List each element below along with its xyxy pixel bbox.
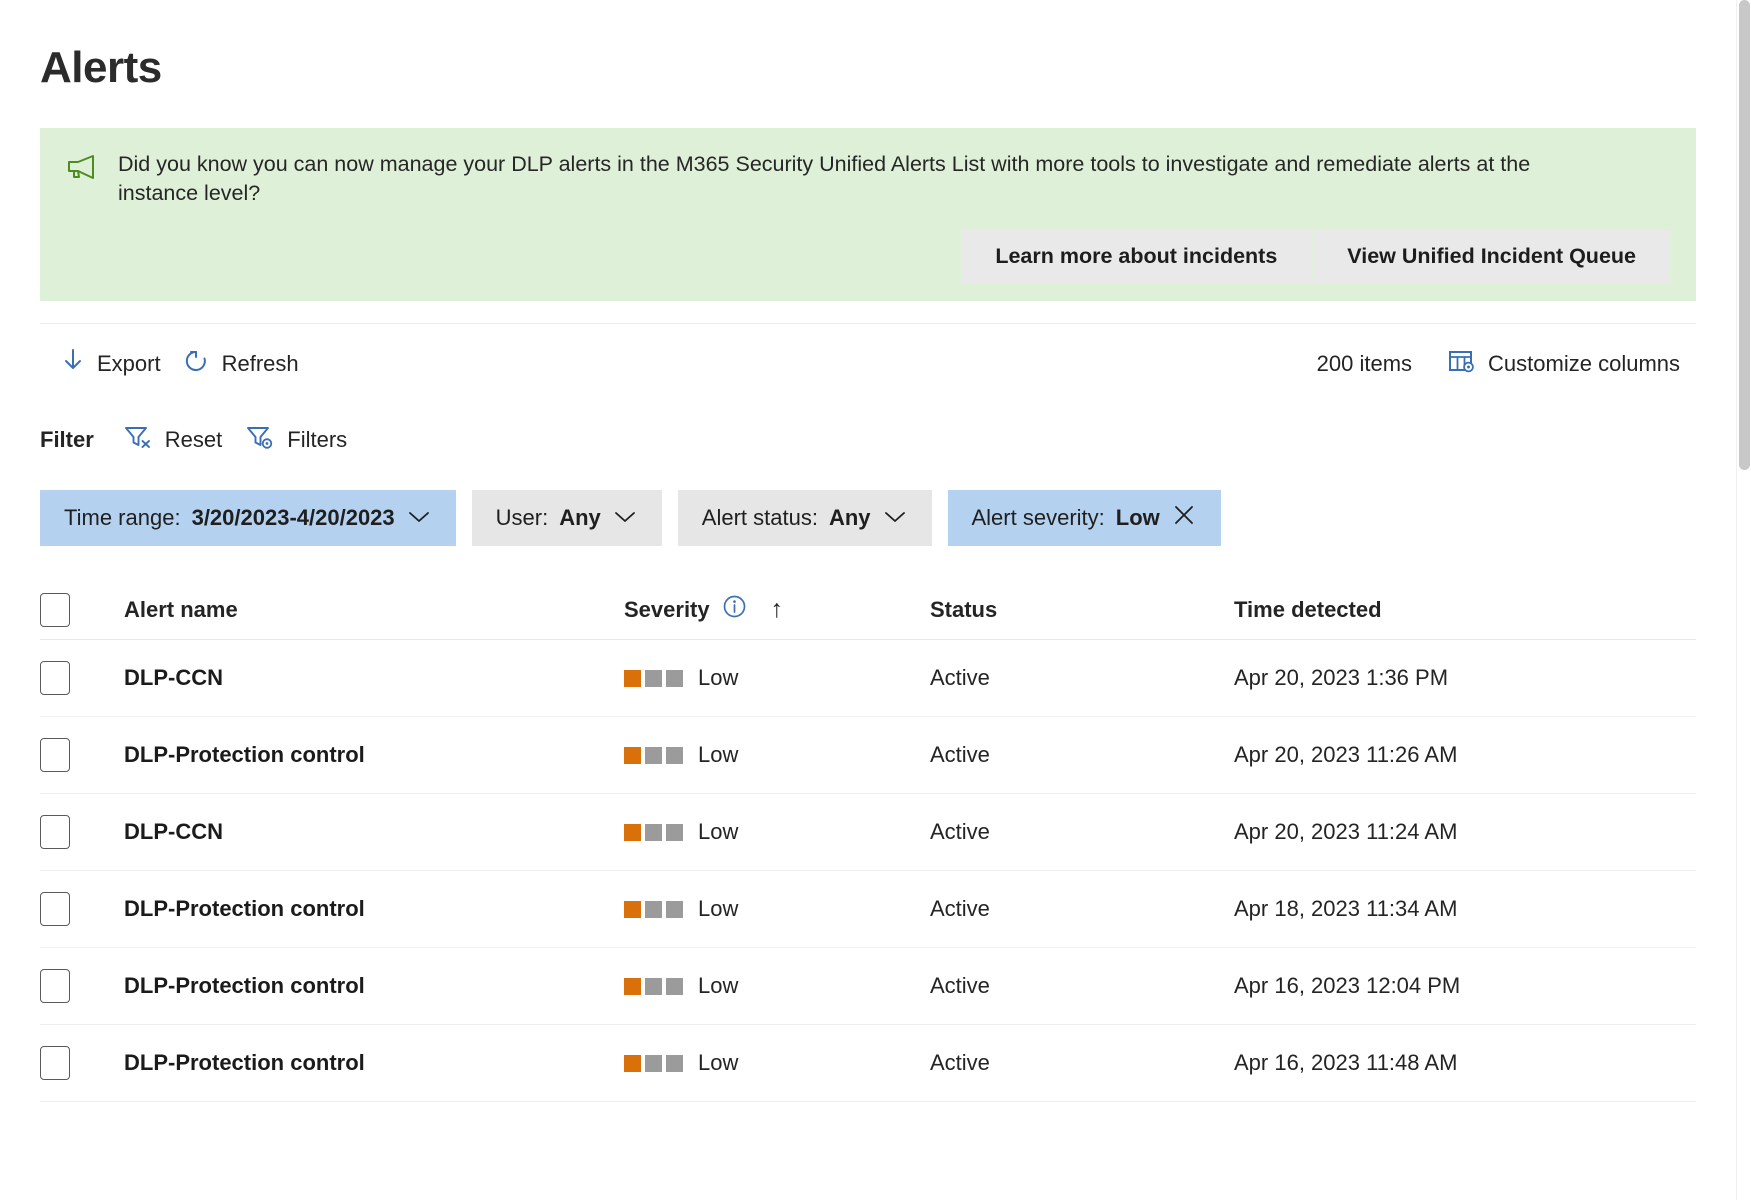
column-header-alert-name[interactable]: Alert name	[124, 597, 624, 623]
status-cell: Active	[930, 742, 990, 768]
alerts-table: Alert name Severity ↑ Status Time detect…	[40, 580, 1696, 1103]
table-row[interactable]: DLP-Protection control Low Active Apr 20, 2…	[40, 717, 1696, 795]
vertical-scrollbar[interactable]	[1736, 0, 1751, 1200]
column-header-severity[interactable]: Severity ↑	[624, 594, 783, 625]
chevron-down-icon	[612, 505, 638, 531]
time-detected-cell: Apr 20, 2023 11:24 AM	[1234, 819, 1458, 845]
filter-label: Filter	[40, 427, 94, 453]
banner-message: Did you know you can now manage your DLP…	[118, 152, 1531, 206]
table-row[interactable]: DLP-Protection control Low Active Apr 18, 2…	[40, 871, 1696, 949]
filters-label: Filters	[287, 427, 348, 453]
customize-columns-label: Customize columns	[1488, 351, 1680, 377]
filters-button[interactable]: Filters	[240, 418, 365, 462]
pill-alert-status-value: Any	[828, 505, 871, 531]
pill-user[interactable]: User: Any	[471, 490, 662, 547]
refresh-label: Refresh	[221, 351, 299, 377]
table-header-row: Alert name Severity ↑ Status Time detect…	[40, 580, 1696, 641]
row-checkbox[interactable]	[40, 661, 70, 696]
status-cell: Active	[930, 1050, 990, 1076]
row-checkbox[interactable]	[40, 1046, 70, 1081]
time-detected-cell: Apr 18, 2023 11:34 AM	[1234, 896, 1458, 922]
time-detected-cell: Apr 16, 2023 12:04 PM	[1234, 973, 1461, 999]
export-label: Export	[97, 351, 161, 377]
severity-indicator-icon	[624, 823, 683, 841]
column-header-severity-label: Severity	[624, 596, 710, 622]
alert-name-cell[interactable]: DLP-Protection control	[124, 973, 365, 998]
command-toolbar: Export Refresh 200 items Customize colum…	[40, 324, 1696, 382]
learn-more-about-incidents-button[interactable]: Learn more about incidents	[961, 230, 1312, 284]
severity-indicator-icon	[624, 977, 683, 995]
chevron-down-icon	[882, 505, 908, 531]
pill-alert-status-label: Alert status:	[701, 505, 818, 531]
pill-alert-severity-label: Alert severity:	[971, 505, 1105, 531]
items-count: 200 items	[1316, 351, 1413, 377]
chevron-down-icon	[406, 505, 432, 531]
severity-indicator-icon	[624, 746, 683, 764]
pill-alert-severity-value: Low	[1115, 505, 1160, 531]
severity-indicator-icon	[624, 669, 683, 687]
pill-user-value: Any	[559, 505, 601, 531]
close-icon[interactable]	[1171, 502, 1197, 534]
alert-name-cell[interactable]: DLP-CCN	[124, 819, 223, 844]
time-detected-cell: Apr 16, 2023 11:48 AM	[1234, 1050, 1458, 1076]
reset-filters-button[interactable]: Reset	[118, 418, 240, 462]
alert-name-cell[interactable]: DLP-CCN	[124, 665, 223, 690]
alerts-page: Alerts Did you know you can now manage y…	[0, 0, 1751, 1200]
table-row[interactable]: DLP-Protection control Low Active Apr 16, 2…	[40, 948, 1696, 1026]
scrollbar-thumb[interactable]	[1739, 0, 1750, 470]
severity-cell: Low	[698, 1050, 739, 1076]
severity-cell: Low	[698, 973, 739, 999]
row-checkbox[interactable]	[40, 738, 70, 773]
pill-alert-status[interactable]: Alert status: Any	[677, 490, 932, 547]
funnel-clear-icon	[124, 424, 152, 456]
reset-label: Reset	[164, 427, 223, 453]
column-header-time-detected[interactable]: Time detected	[1234, 597, 1696, 623]
funnel-settings-icon	[246, 424, 274, 456]
pill-time-range-label: Time range:	[64, 505, 181, 531]
severity-cell: Low	[698, 819, 739, 845]
table-columns-gear-icon	[1448, 348, 1475, 380]
table-body: DLP-CCN Low Active Apr 20, 2023 1:36 PM DLP-…	[40, 640, 1696, 1103]
pill-time-range[interactable]: Time range: 3/20/2023-4/20/2023	[40, 490, 456, 547]
status-cell: Active	[930, 973, 990, 999]
info-icon[interactable]	[722, 594, 747, 625]
row-checkbox[interactable]	[40, 815, 70, 850]
dlp-info-banner: Did you know you can now manage your DLP…	[40, 128, 1696, 302]
status-cell: Active	[930, 819, 990, 845]
row-checkbox[interactable]	[40, 969, 70, 1004]
time-detected-cell: Apr 20, 2023 1:36 PM	[1234, 665, 1449, 691]
severity-cell: Low	[698, 665, 739, 691]
status-cell: Active	[930, 896, 990, 922]
export-button[interactable]: Export	[40, 342, 177, 386]
pill-user-label: User:	[495, 505, 549, 531]
table-row[interactable]: DLP-CCN Low Active Apr 20, 2023 11:24 AM	[40, 794, 1696, 872]
page-content: Alerts Did you know you can now manage y…	[0, 0, 1736, 1200]
pill-time-range-value: 3/20/2023-4/20/2023	[191, 505, 395, 531]
customize-columns-button[interactable]: Customize columns	[1442, 342, 1696, 386]
alert-name-cell[interactable]: DLP-Protection control	[124, 742, 365, 767]
time-detected-cell: Apr 20, 2023 11:26 AM	[1234, 742, 1458, 768]
download-arrow-icon	[62, 348, 84, 380]
filter-pills: Time range: 3/20/2023-4/20/2023 User: An…	[40, 490, 1696, 547]
row-checkbox[interactable]	[40, 892, 70, 927]
refresh-button[interactable]: Refresh	[177, 342, 315, 386]
refresh-icon	[183, 348, 209, 380]
alert-name-cell[interactable]: DLP-Protection control	[124, 896, 365, 921]
alert-name-cell[interactable]: DLP-Protection control	[124, 1050, 365, 1075]
select-all-checkbox[interactable]	[40, 592, 70, 627]
column-header-status[interactable]: Status	[930, 597, 1234, 623]
view-unified-incident-queue-button[interactable]: View Unified Incident Queue	[1313, 230, 1670, 284]
severity-cell: Low	[698, 742, 739, 768]
severity-indicator-icon	[624, 900, 683, 918]
sort-ascending-icon[interactable]: ↑	[771, 595, 784, 624]
megaphone-icon	[66, 154, 100, 185]
severity-indicator-icon	[624, 1054, 683, 1072]
severity-cell: Low	[698, 896, 739, 922]
table-row[interactable]: DLP-Protection control Low Active Apr 16, 2…	[40, 1025, 1696, 1103]
status-cell: Active	[930, 665, 990, 691]
filter-bar: Filter Reset Filters	[40, 418, 1696, 462]
table-row[interactable]: DLP-CCN Low Active Apr 20, 2023 1:36 PM	[40, 640, 1696, 718]
page-title: Alerts	[40, 43, 162, 92]
pill-alert-severity[interactable]: Alert severity: Low	[947, 490, 1221, 547]
